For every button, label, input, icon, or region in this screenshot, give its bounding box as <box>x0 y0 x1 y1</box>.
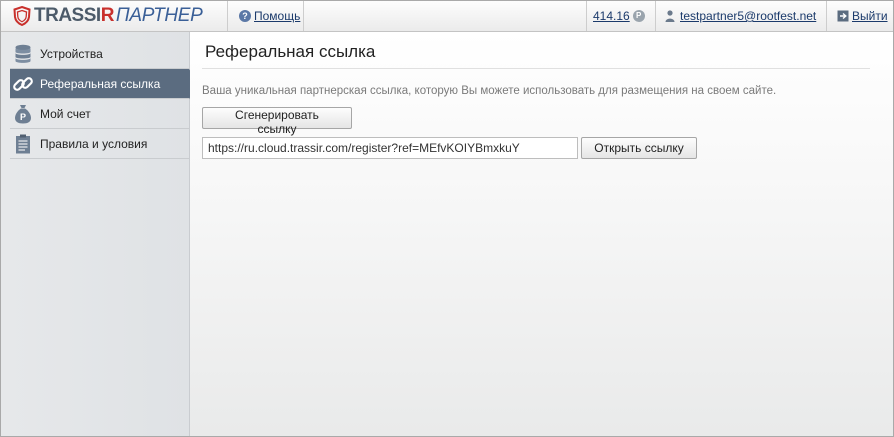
svg-text:P: P <box>20 112 26 122</box>
header-divider <box>227 1 228 31</box>
header-divider <box>303 1 304 31</box>
balance-group[interactable]: 414.16 P <box>593 9 645 23</box>
sidebar-item-terms[interactable]: Правила и условия <box>10 129 189 159</box>
shield-logo-icon <box>13 6 31 26</box>
top-header: TRASSIR ПАРТНЕР ? Помощь 414.16 P testpa… <box>1 1 893 32</box>
sidebar-item-label: Мой счет <box>40 106 91 121</box>
database-icon <box>12 43 34 65</box>
help-link[interactable]: Помощь <box>254 9 300 23</box>
user-group[interactable]: testpartner5@rootfest.net <box>665 9 816 23</box>
logout-icon <box>837 10 849 22</box>
sidebar-item-label: Устройства <box>40 46 103 61</box>
header-divider <box>826 1 827 31</box>
logo-brand: TRASSIR <box>34 5 114 26</box>
document-icon <box>12 133 34 155</box>
logo-partner-text: ПАРТНЕР <box>115 5 203 26</box>
user-icon <box>665 10 675 22</box>
main-content: Реферальная ссылка Ваша уникальная партн… <box>190 32 893 436</box>
referral-url-input[interactable] <box>202 137 578 159</box>
sidebar-item-my-account[interactable]: P Мой счет <box>10 99 189 129</box>
title-divider <box>202 68 870 69</box>
user-email-link[interactable]: testpartner5@rootfest.net <box>680 9 816 23</box>
points-icon: P <box>632 10 645 22</box>
sidebar-item-label: Правила и условия <box>40 136 148 151</box>
sidebar-item-devices[interactable]: Устройства <box>10 39 189 69</box>
generate-link-button[interactable]: Сгенерировать ссылку <box>202 107 352 136</box>
link-icon <box>12 73 34 95</box>
help-icon: ? <box>239 10 251 22</box>
help-link-group[interactable]: ? Помощь <box>239 9 300 23</box>
sidebar: Устройства Реферальная ссылка P Мой счет <box>1 32 200 436</box>
page-title: Реферальная ссылка <box>205 42 376 61</box>
sidebar-item-label: Реферальная ссылка <box>40 76 161 91</box>
money-bag-icon: P <box>12 103 34 125</box>
header-divider <box>655 1 656 31</box>
logout-link[interactable]: Выйти <box>852 9 888 23</box>
open-link-button[interactable]: Открыть ссылку <box>581 137 697 159</box>
header-divider <box>586 1 587 31</box>
app-window: TRASSIR ПАРТНЕР ? Помощь 414.16 P testpa… <box>0 0 894 437</box>
trassir-logo[interactable]: TRASSIR ПАРТНЕР <box>13 5 203 27</box>
referral-description: Ваша уникальная партнерская ссылка, кото… <box>202 85 777 97</box>
logout-group[interactable]: Выйти <box>837 9 888 23</box>
balance-link[interactable]: 414.16 <box>593 9 630 23</box>
sidebar-item-referral-link[interactable]: Реферальная ссылка <box>10 69 200 99</box>
